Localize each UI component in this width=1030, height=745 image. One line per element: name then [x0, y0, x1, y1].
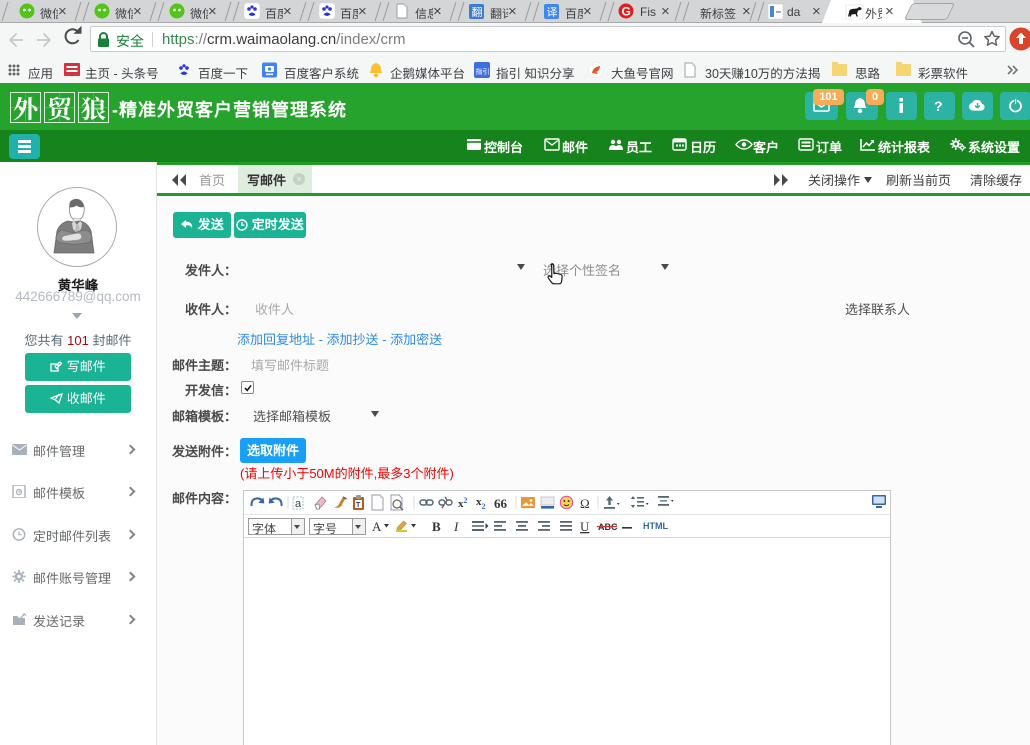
svg-text:a: a — [295, 498, 302, 510]
svg-text:翻: 翻 — [472, 4, 483, 20]
svg-text:A: A — [372, 519, 382, 534]
svg-text:U: U — [580, 519, 590, 534]
svg-text:I: I — [453, 519, 459, 534]
svg-text:B: B — [432, 519, 441, 534]
svg-text:G: G — [622, 5, 631, 19]
svg-text:x2: x2 — [458, 496, 468, 510]
svg-text:Ω: Ω — [580, 496, 590, 511]
svg-text:指引: 指引 — [476, 67, 490, 77]
svg-text:译: 译 — [547, 4, 558, 20]
svg-text:x2: x2 — [476, 496, 486, 511]
svg-text:66: 66 — [494, 496, 508, 511]
svg-text:?: ? — [934, 98, 943, 114]
svg-text:T: T — [356, 502, 361, 509]
